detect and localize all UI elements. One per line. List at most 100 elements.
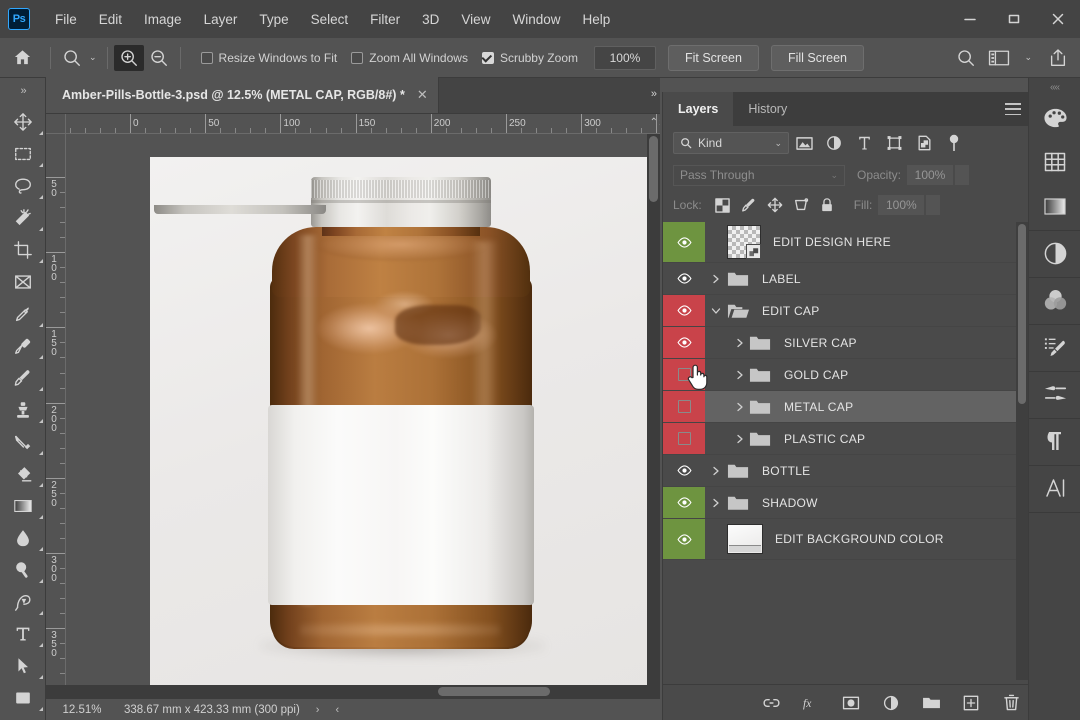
brush-settings-panel-icon[interactable]	[1029, 325, 1080, 369]
layer-disclosure-toggle[interactable]	[705, 274, 727, 284]
lock-transparency-icon[interactable]	[710, 194, 736, 216]
scrollbar-thumb[interactable]	[438, 687, 550, 696]
clone-stamp-tool[interactable]	[0, 394, 46, 426]
layer-row[interactable]: LABEL	[663, 263, 1029, 295]
status-next-icon[interactable]: ›	[316, 704, 320, 716]
zoom-all-windows-checkbox[interactable]: Zoom All Windows	[351, 51, 468, 65]
color-panel-icon[interactable]	[1029, 96, 1080, 140]
workspace-icon[interactable]	[988, 49, 1010, 67]
chevron-up-icon[interactable]: ⌃	[650, 117, 658, 128]
menu-item-layer[interactable]: Layer	[193, 8, 249, 31]
path-selection-tool[interactable]	[0, 650, 46, 682]
layer-disclosure-toggle[interactable]	[705, 466, 727, 476]
canvas-viewport[interactable]	[66, 134, 660, 698]
new-layer-icon[interactable]	[960, 692, 982, 714]
crop-tool[interactable]	[0, 234, 46, 266]
brush-tool[interactable]	[0, 362, 46, 394]
layer-row[interactable]: PLASTIC CAP	[663, 423, 1029, 455]
layer-visibility-toggle[interactable]	[663, 263, 705, 294]
adjustments-panel-icon[interactable]	[1029, 231, 1080, 275]
smart-object-filter-icon[interactable]	[909, 131, 939, 155]
layer-visibility-toggle[interactable]	[663, 359, 705, 390]
layer-visibility-toggle[interactable]	[663, 519, 705, 559]
menu-item-edit[interactable]: Edit	[88, 8, 133, 31]
layer-disclosure-toggle[interactable]	[705, 370, 749, 380]
layer-visibility-toggle[interactable]	[663, 391, 705, 422]
swatches-panel-icon[interactable]	[1029, 140, 1080, 184]
share-icon[interactable]	[1048, 48, 1068, 68]
menu-item-3d[interactable]: 3D	[411, 8, 450, 31]
lock-image-icon[interactable]	[736, 194, 762, 216]
resize-windows-to-fit-checkbox[interactable]: Resize Windows to Fit	[200, 51, 337, 65]
opacity-stepper[interactable]	[955, 165, 970, 185]
eraser-tool[interactable]	[0, 458, 46, 490]
shape-filter-icon[interactable]	[879, 131, 909, 155]
gradients-panel-icon[interactable]	[1029, 184, 1080, 228]
menu-item-image[interactable]: Image	[133, 8, 193, 31]
fit-screen-button[interactable]: Fit Screen	[667, 44, 759, 71]
layer-row[interactable]: SILVER CAP	[663, 327, 1029, 359]
opacity-field[interactable]: 100%	[907, 165, 954, 185]
pixel-filter-icon[interactable]	[789, 131, 819, 155]
gradient-tool[interactable]	[0, 490, 46, 522]
chevron-down-icon[interactable]: ⌄	[1024, 52, 1032, 63]
frame-tool[interactable]	[0, 266, 46, 298]
layer-row[interactable]: EDIT BACKGROUND COLOR	[663, 519, 1029, 560]
canvas-vertical-scrollbar[interactable]	[647, 134, 660, 694]
layer-visibility-toggle[interactable]	[663, 327, 705, 358]
maximize-button[interactable]	[992, 0, 1036, 38]
layer-disclosure-toggle[interactable]	[705, 498, 727, 508]
eyedropper-tool[interactable]	[0, 298, 46, 330]
menu-item-file[interactable]: File	[44, 8, 88, 31]
layer-disclosure-toggle[interactable]	[705, 338, 749, 348]
new-group-icon[interactable]	[920, 692, 942, 714]
layer-visibility-toggle[interactable]	[663, 295, 705, 326]
toolbar-collapse-button[interactable]: »	[0, 78, 46, 104]
home-icon[interactable]	[0, 48, 44, 67]
link-layers-icon[interactable]	[760, 692, 782, 714]
tab-layers[interactable]: Layers	[663, 92, 734, 126]
zoom-value-field[interactable]: 100%	[593, 45, 656, 70]
healing-brush-tool[interactable]	[0, 330, 46, 362]
layer-row[interactable]: SHADOW	[663, 487, 1029, 519]
layer-row[interactable]: EDIT DESIGN HERE	[663, 222, 1029, 263]
shape-tool[interactable]	[0, 682, 46, 714]
tab-history[interactable]: History	[733, 92, 802, 126]
layer-disclosure-toggle[interactable]	[705, 402, 749, 412]
status-prev-icon[interactable]: ‹	[335, 704, 339, 716]
fill-field[interactable]: 100%	[878, 195, 925, 215]
pen-tool[interactable]	[0, 586, 46, 618]
search-icon[interactable]	[956, 48, 976, 68]
menu-item-filter[interactable]: Filter	[359, 8, 411, 31]
lock-position-icon[interactable]	[762, 194, 788, 216]
add-mask-icon[interactable]	[840, 692, 862, 714]
menu-item-help[interactable]: Help	[571, 8, 621, 31]
lock-artboard-icon[interactable]	[788, 194, 814, 216]
adjustment-layer-icon[interactable]	[880, 692, 902, 714]
zoom-out-icon[interactable]	[144, 45, 174, 71]
filter-toggle-icon[interactable]	[939, 131, 969, 155]
menu-item-window[interactable]: Window	[501, 8, 571, 31]
artboard[interactable]	[150, 157, 651, 698]
dodge-tool[interactable]	[0, 554, 46, 586]
rectangular-marquee-tool[interactable]	[0, 138, 46, 170]
filter-kind-dropdown[interactable]: Kind ⌄	[673, 132, 789, 154]
blend-mode-dropdown[interactable]: Pass Through ⌄	[673, 164, 845, 186]
dock-collapse-button[interactable]: ««	[1029, 78, 1080, 96]
delete-layer-icon[interactable]	[1000, 692, 1022, 714]
menu-item-select[interactable]: Select	[300, 8, 360, 31]
adjustment-filter-icon[interactable]	[819, 131, 849, 155]
blur-tool[interactable]	[0, 522, 46, 554]
brushes-panel-icon[interactable]	[1029, 372, 1080, 416]
layer-disclosure-toggle[interactable]	[705, 434, 749, 444]
layer-style-icon[interactable]: fx	[800, 692, 822, 714]
menu-item-type[interactable]: Type	[248, 8, 299, 31]
scrollbar-thumb[interactable]	[1018, 224, 1026, 404]
layer-visibility-toggle[interactable]	[663, 487, 705, 518]
paragraph-panel-icon[interactable]	[1029, 419, 1080, 463]
minimize-button[interactable]	[948, 0, 992, 38]
character-panel-icon[interactable]	[1029, 466, 1080, 510]
layer-visibility-toggle[interactable]	[663, 455, 705, 486]
layer-disclosure-toggle[interactable]	[705, 306, 727, 316]
zoom-in-icon[interactable]	[113, 44, 144, 71]
